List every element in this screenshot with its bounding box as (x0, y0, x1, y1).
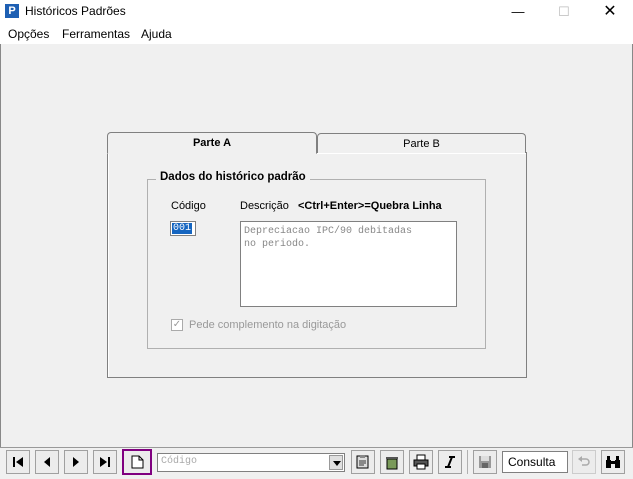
close-button[interactable]: ✕ (587, 0, 633, 24)
menu-bar: Opções Ferramentas Ajuda (0, 24, 633, 44)
undo-button[interactable] (572, 450, 596, 474)
undo-icon (578, 456, 590, 466)
next-record-icon (73, 457, 79, 467)
window-title: Históricos Padrões (25, 4, 126, 18)
descricao-textarea[interactable]: Depreciacao IPC/90 debitadas no periodo. (240, 221, 457, 307)
tab-parte-b[interactable]: Parte B (317, 133, 526, 153)
find-button[interactable] (601, 450, 625, 474)
codigo-label: Código (171, 200, 206, 212)
menu-ajuda[interactable]: Ajuda (141, 27, 172, 41)
new-document-icon (131, 455, 143, 469)
new-record-button[interactable] (122, 449, 152, 475)
maximize-button[interactable]: ☐ (541, 0, 587, 24)
app-icon: P (5, 4, 19, 18)
menu-opcoes[interactable]: Opções (8, 27, 49, 41)
toolbar-separator (467, 450, 468, 474)
print-button[interactable] (409, 450, 433, 474)
complemento-label: Pede complemento na digitação (189, 319, 347, 331)
italic-button[interactable] (438, 450, 462, 474)
trash-icon (386, 457, 398, 470)
descricao-hint: <Ctrl+Enter>=Quebra Linha (298, 200, 442, 212)
chevron-down-icon[interactable] (329, 455, 343, 470)
menu-ferramentas[interactable]: Ferramentas (62, 27, 130, 41)
codigo-input[interactable]: 001 (170, 221, 196, 236)
mode-indicator: Consulta (502, 451, 568, 473)
search-placeholder: Código (161, 456, 198, 467)
clipboard-icon (356, 455, 369, 469)
prev-record-icon (44, 457, 50, 467)
prev-record-button[interactable] (35, 450, 59, 474)
delete-button[interactable] (380, 450, 404, 474)
italic-icon (445, 456, 455, 468)
search-combo[interactable]: Código (157, 453, 345, 472)
complemento-checkbox[interactable]: ✓ (171, 319, 183, 331)
tab-parte-a[interactable]: Parte A (107, 132, 317, 154)
last-record-button[interactable] (93, 450, 117, 474)
first-record-icon (13, 457, 23, 467)
title-bar: P Históricos Padrões — ☐ ✕ (0, 0, 633, 24)
next-record-button[interactable] (64, 450, 88, 474)
first-record-button[interactable] (6, 450, 30, 474)
last-record-icon (100, 457, 110, 467)
binoculars-icon (606, 456, 620, 468)
codigo-value: 001 (172, 223, 193, 234)
save-copy-button[interactable] (351, 450, 375, 474)
minimize-button[interactable]: — (495, 0, 541, 24)
printer-icon (413, 454, 429, 470)
descricao-label: Descrição (240, 200, 289, 212)
save-button[interactable] (473, 450, 497, 474)
group-title: Dados do histórico padrão (156, 171, 310, 183)
floppy-disk-icon (479, 456, 491, 468)
